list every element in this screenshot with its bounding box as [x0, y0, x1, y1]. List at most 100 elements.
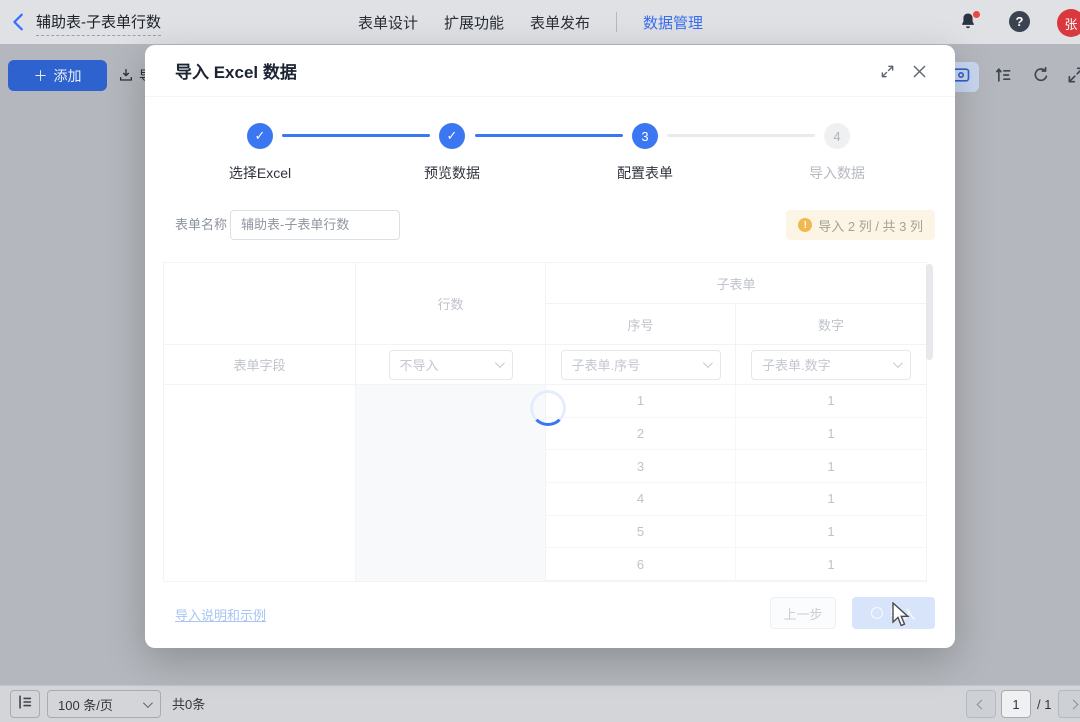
- table-cell: 5: [546, 516, 736, 549]
- select-value: 子表单.序号: [572, 355, 641, 374]
- main-nav: 表单设计 扩展功能 表单发布 数据管理: [358, 0, 703, 44]
- refresh-button[interactable]: [1026, 62, 1056, 92]
- field-select-seq[interactable]: 子表单.序号: [561, 350, 721, 380]
- warning-icon: !: [798, 218, 812, 232]
- display-settings-button[interactable]: [10, 690, 40, 718]
- loading-spinner: [530, 390, 566, 426]
- table-cell: 1: [736, 418, 926, 451]
- import-submit-button[interactable]: 导入: [852, 597, 935, 629]
- column-header-rowcount: 行数: [356, 263, 546, 345]
- step-preview-data: ✓ 预览数据: [387, 123, 517, 183]
- table-cell: 4: [546, 483, 736, 516]
- current-page-input[interactable]: 1: [1001, 690, 1031, 718]
- column-group-header-subform: 子表单: [546, 263, 926, 304]
- table-cell: 1: [736, 483, 926, 516]
- table-cell: 1: [736, 385, 926, 418]
- fullscreen-button[interactable]: [1061, 62, 1080, 92]
- field-select-rowcount[interactable]: 不导入: [389, 350, 513, 380]
- page-size-select[interactable]: 100 条/页: [47, 690, 161, 718]
- notification-badge-dot: [973, 11, 980, 18]
- field-row-label: 表单字段: [164, 345, 356, 385]
- field-cell: 子表单.序号: [546, 345, 736, 385]
- column-header-seq: 序号: [546, 304, 736, 345]
- table-cell: 2: [546, 418, 736, 451]
- table-scrollbar[interactable]: [926, 264, 933, 360]
- table-cell: 6: [546, 548, 736, 581]
- help-button[interactable]: ?: [1009, 11, 1030, 32]
- table-cell: 1: [736, 516, 926, 549]
- notifications-button[interactable]: [958, 11, 980, 33]
- chevron-left-icon: [8, 20, 30, 37]
- field-cell: 不导入: [356, 345, 546, 385]
- plus-icon: ＋: [34, 66, 48, 86]
- table-cell: 3: [546, 450, 736, 483]
- chevron-down-icon: [494, 358, 504, 368]
- modal-header: 导入 Excel 数据: [145, 45, 955, 97]
- step-import-data: 4 导入数据: [772, 123, 902, 183]
- step-configure-form: 3 配置表单: [580, 123, 710, 183]
- total-count-label: 共0条: [172, 686, 205, 722]
- table-cell: 1: [736, 548, 926, 581]
- step-label: 配置表单: [580, 163, 710, 183]
- previous-step-button[interactable]: 上一步: [770, 597, 836, 629]
- import-help-link[interactable]: 导入说明和示例: [175, 605, 266, 624]
- form-name-input[interactable]: 辅助表-子表单行数: [230, 210, 400, 240]
- modal-title: 导入 Excel 数据: [175, 58, 297, 83]
- nav-form-publish[interactable]: 表单发布: [530, 12, 590, 33]
- form-name-row: 表单名称 辅助表-子表单行数 ! 导入 2 列 / 共 3 列: [145, 210, 955, 240]
- download-icon: [118, 67, 134, 86]
- step-check-icon: ✓: [439, 123, 465, 149]
- prev-page-button[interactable]: [966, 690, 996, 718]
- select-value: 不导入: [400, 355, 439, 374]
- field-select-number[interactable]: 子表单.数字: [751, 350, 911, 380]
- table-cell: 1: [546, 385, 736, 418]
- sort-icon: [993, 65, 1013, 90]
- step-number: 4: [824, 123, 850, 149]
- step-number: 3: [632, 123, 658, 149]
- nav-divider: [616, 12, 617, 32]
- fullscreen-icon: [1066, 65, 1080, 90]
- field-cell: 子表单.数字: [736, 345, 926, 385]
- import-excel-modal: 导入 Excel 数据 ✓ 选择Excel ✓ 预览数据 3 配置: [145, 45, 955, 648]
- refresh-icon: [1031, 65, 1051, 90]
- wizard-stepper: ✓ 选择Excel ✓ 预览数据 3 配置表单 4 导入数据: [145, 115, 955, 205]
- expand-icon[interactable]: [878, 62, 896, 80]
- page-total-label: / 1: [1037, 686, 1051, 722]
- table-corner-cell: [164, 263, 356, 345]
- nav-extensions[interactable]: 扩展功能: [444, 12, 504, 33]
- select-value: 子表单.数字: [762, 355, 831, 374]
- add-button[interactable]: ＋ 添加: [8, 60, 107, 91]
- step-check-icon: ✓: [247, 123, 273, 149]
- data-col-not-imported: [356, 385, 546, 581]
- page-size-value: 100 条/页: [58, 695, 113, 714]
- chevron-down-icon: [893, 358, 903, 368]
- top-header-bar: 辅助表-子表单行数 表单设计 扩展功能 表单发布 数据管理 ? 张: [0, 0, 1080, 44]
- column-header-number: 数字: [736, 304, 926, 345]
- nav-form-design[interactable]: 表单设计: [358, 12, 418, 33]
- back-button[interactable]: [8, 11, 30, 33]
- close-icon[interactable]: [910, 62, 928, 80]
- form-name-label: 表单名称: [175, 210, 227, 240]
- page-bottom-bar: 100 条/页 共0条 1 / 1: [0, 685, 1080, 722]
- nav-data-management[interactable]: 数据管理: [643, 12, 703, 33]
- chevron-down-icon: [143, 698, 153, 708]
- step-label: 导入数据: [772, 163, 902, 183]
- chevron-down-icon: [702, 358, 712, 368]
- data-col-blank: [164, 385, 356, 581]
- step-label: 选择Excel: [195, 163, 325, 183]
- column-settings-icon: [16, 693, 34, 716]
- next-page-button[interactable]: [1058, 690, 1080, 718]
- step-select-excel: ✓ 选择Excel: [195, 123, 325, 183]
- screen: ＋ 添加 导入 100 条/页: [0, 0, 1080, 722]
- sort-button[interactable]: [988, 62, 1018, 92]
- chevron-left-icon: [976, 699, 986, 709]
- add-button-label: 添加: [54, 66, 82, 86]
- import-columns-text: 导入 2 列 / 共 3 列: [818, 216, 923, 235]
- step-label: 预览数据: [387, 163, 517, 183]
- page-title[interactable]: 辅助表-子表单行数: [36, 11, 161, 36]
- bell-icon: [958, 18, 978, 35]
- import-columns-badge: ! 导入 2 列 / 共 3 列: [786, 210, 935, 240]
- avatar[interactable]: 张: [1057, 9, 1080, 37]
- table-cell: 1: [736, 450, 926, 483]
- chevron-right-icon: [1068, 699, 1078, 709]
